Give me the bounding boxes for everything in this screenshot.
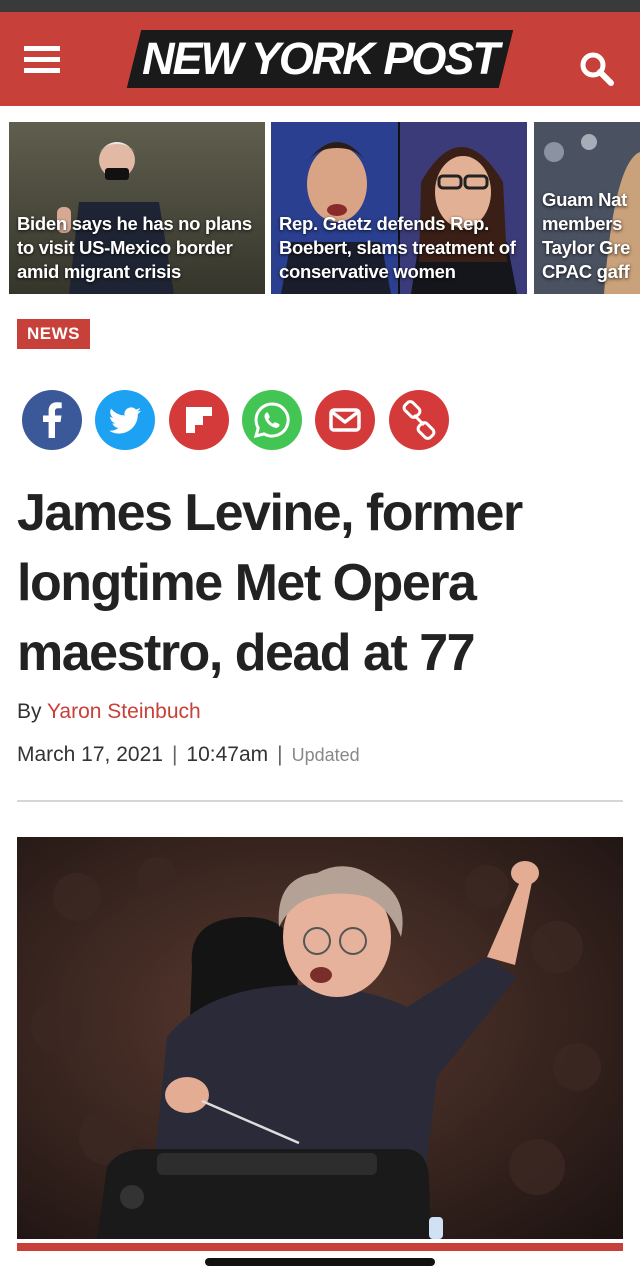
link-icon[interactable] xyxy=(389,390,449,450)
byline: By Yaron Steinbuch xyxy=(17,700,201,724)
carousel-card[interactable]: Rep. Gaetz defends Rep. Boebert, slams t… xyxy=(271,122,527,294)
hero-image[interactable] xyxy=(17,837,623,1239)
carousel-caption: Biden says he has no plans to visit US-M… xyxy=(17,213,252,282)
facebook-icon[interactable] xyxy=(22,390,82,450)
author-link[interactable]: Yaron Steinbuch xyxy=(47,700,201,723)
site-logo[interactable]: NEW YORK POST xyxy=(134,30,506,88)
dateline-separator: | xyxy=(277,743,283,766)
section-badge[interactable]: NEWS xyxy=(17,319,90,349)
publish-date: March 17, 2021 xyxy=(17,743,163,766)
article-headline: James Levine, former longtime Met Opera … xyxy=(17,484,523,682)
search-icon[interactable] xyxy=(578,50,616,88)
story-carousel[interactable]: Biden says he has no plans to visit US-M… xyxy=(0,122,640,296)
divider xyxy=(17,800,623,802)
hamburger-menu-icon[interactable] xyxy=(24,46,60,74)
publish-time: 10:47am xyxy=(186,743,269,766)
home-indicator[interactable] xyxy=(205,1258,435,1266)
status-bar xyxy=(0,0,640,12)
updated-label: Updated xyxy=(291,745,360,765)
carousel-caption: Rep. Gaetz defends Rep. Boebert, slams t… xyxy=(279,213,516,282)
dateline-separator: | xyxy=(171,743,178,766)
dateline: March 17, 2021 | 10:47am | Updated xyxy=(17,743,360,767)
carousel-card[interactable]: Guam Nat members Taylor Gre CPAC gaff xyxy=(534,122,640,294)
twitter-icon[interactable] xyxy=(95,390,155,450)
byline-prefix: By xyxy=(17,700,42,723)
whatsapp-icon[interactable] xyxy=(242,390,302,450)
carousel-card[interactable]: Biden says he has no plans to visit US-M… xyxy=(9,122,265,294)
hero-caption-bar xyxy=(17,1243,623,1251)
flipboard-icon[interactable] xyxy=(169,390,229,450)
carousel-caption: Guam Nat members Taylor Gre CPAC gaff xyxy=(542,189,631,282)
email-icon[interactable] xyxy=(315,390,375,450)
site-header: NEW YORK POST xyxy=(0,12,640,106)
